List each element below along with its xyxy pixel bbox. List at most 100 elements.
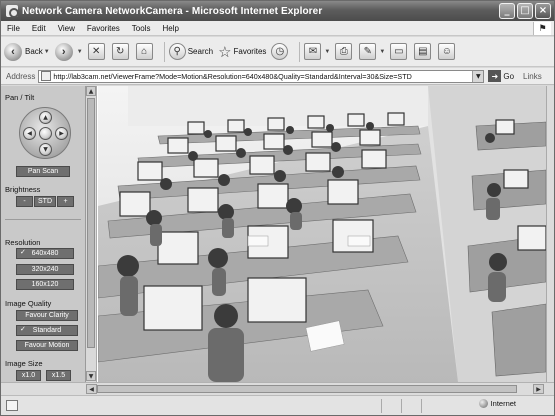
- horizontal-scroll-thumb[interactable]: [97, 385, 517, 393]
- forward-arrow-icon: ›: [54, 42, 73, 61]
- mail-button[interactable]: ✉ ▼: [304, 43, 330, 60]
- discuss-icon: ▭: [390, 43, 408, 60]
- back-label: Back: [25, 47, 43, 56]
- brightness-std-button[interactable]: STD: [34, 196, 56, 207]
- tilt-down-button[interactable]: ▼: [39, 143, 52, 156]
- messenger-icon: ☺: [438, 43, 456, 60]
- camera-view[interactable]: [98, 86, 546, 382]
- go-button[interactable]: ➜ Go: [488, 70, 514, 82]
- horizontal-scrollbar[interactable]: ◀ ▶: [1, 382, 554, 395]
- brightness-plus-button[interactable]: +: [57, 196, 74, 207]
- page-status-icon: [6, 400, 18, 411]
- search-button[interactable]: ⚲ Search: [168, 43, 214, 60]
- maximize-button[interactable]: □: [517, 3, 533, 19]
- standard-toolbar: ‹ Back ▼ › ▼ ✕ ↻ ⌂ ⚲ Search ☆ Favorites …: [1, 37, 554, 67]
- resolution-option[interactable]: 640x480: [16, 248, 74, 259]
- quality-option[interactable]: Favour Motion: [16, 340, 78, 351]
- window-title: Network Camera NetworkCamera - Microsoft…: [22, 5, 323, 17]
- favorites-label: Favorites: [233, 47, 267, 56]
- globe-icon: [478, 399, 488, 408]
- scroll-thumb[interactable]: [87, 98, 95, 348]
- history-button[interactable]: ◷: [271, 43, 290, 60]
- history-icon: ◷: [271, 43, 289, 60]
- messenger-button[interactable]: ☺: [438, 43, 457, 60]
- title-bar[interactable]: Network Camera NetworkCamera - Microsoft…: [1, 1, 554, 21]
- address-bar: Address http://lab3cam.net/ViewerFrame?M…: [1, 68, 554, 85]
- discuss-button[interactable]: ▭: [390, 43, 409, 60]
- quality-option[interactable]: Standard: [16, 325, 78, 336]
- status-divider: [381, 399, 382, 413]
- home-position-button[interactable]: [39, 127, 52, 140]
- size-option[interactable]: x1.0: [16, 370, 41, 381]
- chevron-down-icon[interactable]: ▼: [77, 49, 83, 55]
- star-icon: ☆: [218, 43, 232, 61]
- forward-button[interactable]: › ▼: [54, 42, 83, 61]
- address-input[interactable]: http://lab3cam.net/ViewerFrame?Mode=Moti…: [38, 69, 485, 83]
- pan-right-button[interactable]: ▶: [55, 127, 68, 140]
- print-icon: ⎙: [335, 43, 353, 60]
- status-divider: [421, 399, 422, 413]
- menu-file[interactable]: File: [1, 24, 26, 33]
- toolbar-divider: [163, 41, 165, 62]
- page-scrollbar[interactable]: [546, 86, 554, 382]
- research-button[interactable]: ▤: [414, 43, 433, 60]
- menu-bar: File Edit View Favorites Tools Help ⚑: [1, 21, 554, 36]
- camera-image: [98, 86, 546, 382]
- pan-scan-button[interactable]: Pan Scan: [16, 166, 70, 177]
- go-arrow-icon: ➜: [488, 70, 502, 82]
- stop-icon: ✕: [87, 43, 105, 60]
- pan-left-button[interactable]: ◀: [23, 127, 36, 140]
- windows-logo-icon: ⚑: [533, 22, 551, 35]
- go-label: Go: [503, 71, 515, 81]
- menu-favorites[interactable]: Favorites: [81, 24, 126, 33]
- browser-window: Network Camera NetworkCamera - Microsoft…: [0, 0, 555, 416]
- toolbar-divider: [299, 41, 301, 62]
- resolution-option[interactable]: 160x120: [16, 279, 74, 290]
- favorites-button[interactable]: ☆ Favorites: [218, 43, 266, 61]
- research-icon: ▤: [414, 43, 432, 60]
- pan-tilt-label: Pan / Tilt: [5, 93, 35, 102]
- address-dropdown-icon[interactable]: ▼: [472, 70, 484, 82]
- print-button[interactable]: ⎙: [335, 43, 354, 60]
- page-content: Pan / Tilt ▲ ◀ ▶ ▼ Pan Scan Brightness -…: [1, 86, 554, 395]
- menu-view[interactable]: View: [52, 24, 81, 33]
- ie-icon: [6, 5, 19, 18]
- links-toolbar[interactable]: Links: [523, 72, 542, 81]
- panel-scrollbar[interactable]: ▲ ▼: [86, 86, 97, 382]
- resolution-label: Resolution: [5, 238, 41, 247]
- brightness-minus-button[interactable]: -: [16, 196, 33, 207]
- size-option[interactable]: x1.5: [46, 370, 71, 381]
- scroll-right-icon[interactable]: ▶: [533, 384, 544, 394]
- chevron-down-icon[interactable]: ▼: [44, 49, 50, 55]
- mail-icon: ✉: [304, 43, 322, 60]
- edit-icon: ✎: [359, 43, 377, 60]
- status-bar: Internet: [1, 395, 554, 415]
- image-quality-label: Image Quality: [5, 299, 52, 308]
- back-button[interactable]: ‹ Back ▼: [4, 42, 50, 61]
- scroll-down-icon[interactable]: ▼: [86, 371, 96, 381]
- stop-button[interactable]: ✕: [87, 43, 107, 60]
- resolution-option[interactable]: 320x240: [16, 264, 74, 275]
- edit-button[interactable]: ✎ ▼: [359, 43, 385, 60]
- search-label: Search: [187, 47, 214, 56]
- quality-option[interactable]: Favour Clarity: [16, 310, 78, 321]
- address-url[interactable]: http://lab3cam.net/ViewerFrame?Mode=Moti…: [53, 72, 411, 81]
- menu-tools[interactable]: Tools: [126, 24, 157, 33]
- status-divider: [401, 399, 402, 413]
- chevron-down-icon[interactable]: ▼: [324, 49, 330, 55]
- scroll-left-icon[interactable]: ◀: [86, 384, 97, 394]
- home-icon: ⌂: [135, 43, 153, 60]
- page-icon: [41, 71, 52, 81]
- minimize-button[interactable]: _: [499, 3, 515, 19]
- tilt-up-button[interactable]: ▲: [39, 111, 52, 124]
- home-button[interactable]: ⌂: [135, 43, 155, 60]
- scroll-up-icon[interactable]: ▲: [86, 86, 96, 96]
- refresh-button[interactable]: ↻: [111, 43, 131, 60]
- control-panel: Pan / Tilt ▲ ◀ ▶ ▼ Pan Scan Brightness -…: [1, 86, 86, 382]
- close-button[interactable]: ×: [535, 3, 551, 19]
- menu-edit[interactable]: Edit: [26, 24, 52, 33]
- back-arrow-icon: ‹: [4, 42, 22, 61]
- menu-help[interactable]: Help: [156, 24, 184, 33]
- chevron-down-icon[interactable]: ▼: [379, 49, 385, 55]
- address-label: Address: [6, 71, 36, 81]
